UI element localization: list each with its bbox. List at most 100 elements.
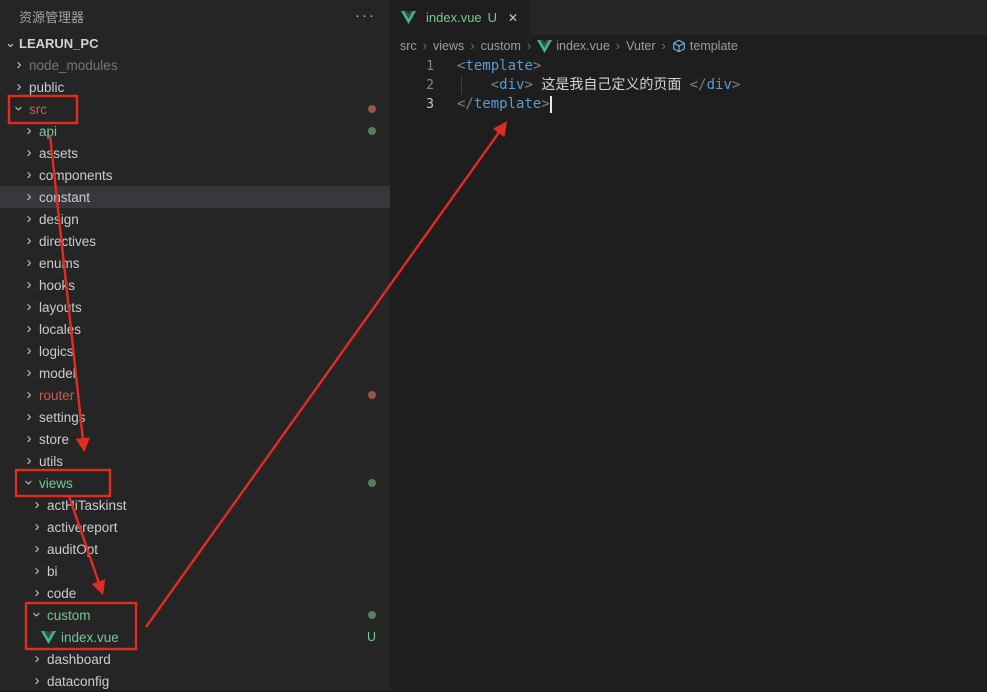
git-changes-badge-dot (368, 479, 376, 487)
code-line-1[interactable]: 1<template> (390, 57, 987, 76)
chevron-right-icon: › (20, 431, 38, 446)
breadcrumb-separator-icon: › (662, 38, 666, 53)
problems-badge-dot (368, 391, 376, 399)
tree-item-directives[interactable]: ›directives (0, 230, 390, 252)
editor-group: index.vue U ✕ src › views › custom › index.vue… (390, 0, 987, 690)
tree-item-model[interactable]: ›model (0, 362, 390, 384)
workspace-root[interactable]: ⌄ LEARUN_PC (0, 32, 390, 54)
chevron-down-icon: ⌄ (2, 35, 19, 51)
chevron-right-icon: › (20, 343, 38, 358)
chevron-right-icon: › (28, 585, 46, 600)
chevron-right-icon: › (28, 541, 46, 556)
tree-item-components[interactable]: ›components (0, 164, 390, 186)
tab-modified-badge: U (488, 10, 497, 25)
chevron-right-icon: › (28, 519, 46, 534)
breadcrumb-item-template[interactable]: template (672, 39, 738, 53)
tree-item-label: actHiTaskinst (47, 498, 127, 513)
tree-item-assets[interactable]: ›assets (0, 142, 390, 164)
git-changes-badge-dot (368, 611, 376, 619)
chevron-right-icon: › (20, 233, 38, 248)
tree-item-label: code (47, 586, 76, 601)
tree-item-label: public (29, 80, 64, 95)
breadcrumb-label: views (433, 39, 464, 53)
tree-item-api[interactable]: ›api (0, 120, 390, 142)
tree-item-code[interactable]: ›code (0, 582, 390, 604)
tree-item-design[interactable]: ›design (0, 208, 390, 230)
tree-item-bi[interactable]: ›bi (0, 560, 390, 582)
tree-item-index.vue[interactable]: index.vueU (0, 626, 390, 648)
tree-item-dataconfig[interactable]: ›dataconfig (0, 670, 390, 692)
tab-bar: index.vue U ✕ (390, 0, 987, 35)
vue-logo-icon (537, 40, 552, 53)
tree-item-node_modules[interactable]: ›node_modules (0, 54, 390, 76)
vue-logo-icon (401, 11, 416, 25)
tree-item-label: store (39, 432, 69, 447)
breadcrumb-separator-icon: › (616, 38, 620, 53)
tree-item-label: index.vue (61, 630, 119, 645)
tree-item-enums[interactable]: ›enums (0, 252, 390, 274)
code-line-2[interactable]: 2 <div> 这是我自己定义的页面 </div> (390, 76, 987, 95)
tree-item-label: custom (47, 608, 91, 623)
tree-item-activereport[interactable]: ›activereport (0, 516, 390, 538)
tree-item-label: locales (39, 322, 81, 337)
file-tree: ›node_modules›public›src›api›assets›comp… (0, 54, 390, 692)
line-number: 1 (390, 57, 457, 76)
tree-item-custom[interactable]: ›custom (0, 604, 390, 626)
tree-item-views[interactable]: ›views (0, 472, 390, 494)
tree-item-hooks[interactable]: ›hooks (0, 274, 390, 296)
tree-item-label: directives (39, 234, 96, 249)
chevron-down-icon: › (12, 99, 27, 117)
tree-item-settings[interactable]: ›settings (0, 406, 390, 428)
tree-item-public[interactable]: ›public (0, 76, 390, 98)
tree-item-layouts[interactable]: ›layouts (0, 296, 390, 318)
chevron-right-icon: › (20, 255, 38, 270)
tree-item-label: components (39, 168, 113, 183)
tree-item-logics[interactable]: ›logics (0, 340, 390, 362)
tree-item-router[interactable]: ›router (0, 384, 390, 406)
tree-item-label: router (39, 388, 74, 403)
tree-item-actHiTaskinst[interactable]: ›actHiTaskinst (0, 494, 390, 516)
tree-item-label: settings (39, 410, 86, 425)
code-token: > (524, 76, 532, 95)
tree-item-utils[interactable]: ›utils (0, 450, 390, 472)
tree-item-auditOpt[interactable]: ›auditOpt (0, 538, 390, 560)
line-number: 2 (390, 76, 457, 95)
tree-item-label: api (39, 124, 57, 139)
close-icon[interactable]: ✕ (508, 11, 518, 25)
tab-index-vue[interactable]: index.vue U ✕ (390, 0, 529, 35)
tree-item-src[interactable]: ›src (0, 98, 390, 120)
chevron-right-icon: › (20, 409, 38, 424)
breadcrumb-item-views[interactable]: views (433, 39, 464, 53)
breadcrumb-item-index.vue[interactable]: index.vue (537, 39, 610, 53)
breadcrumb-item-Vuter[interactable]: Vuter (626, 39, 655, 53)
breadcrumb-item-src[interactable]: src (400, 39, 417, 53)
code-token: > (533, 57, 541, 76)
vue-logo-icon (41, 630, 56, 644)
tree-item-label: constant (39, 190, 90, 205)
chevron-right-icon: › (20, 123, 38, 138)
code-line-3[interactable]: 3</template> (390, 95, 987, 114)
breadcrumb-label: src (400, 39, 417, 53)
tree-item-label: model (39, 366, 76, 381)
tree-item-dashboard[interactable]: ›dashboard (0, 648, 390, 670)
text-cursor (550, 96, 552, 113)
tree-item-constant[interactable]: ›constant (0, 186, 390, 208)
tree-item-label: assets (39, 146, 78, 161)
tab-label: index.vue (426, 10, 482, 25)
more-actions-icon[interactable]: ··· (355, 11, 376, 21)
breadcrumb-separator-icon: › (470, 38, 474, 53)
tree-item-label: utils (39, 454, 63, 469)
chevron-right-icon: › (20, 145, 38, 160)
breadcrumb-item-custom[interactable]: custom (481, 39, 521, 53)
code-token: 这是我自己定义的页面 (533, 76, 690, 95)
code-token: < (491, 76, 499, 95)
tree-item-locales[interactable]: ›locales (0, 318, 390, 340)
chevron-right-icon: › (20, 167, 38, 182)
code-token: > (732, 76, 740, 95)
tree-item-store[interactable]: ›store (0, 428, 390, 450)
tree-item-label: hooks (39, 278, 75, 293)
explorer-sidebar: 资源管理器 ··· ⌄ LEARUN_PC ›node_modules›publ… (0, 0, 390, 690)
tree-item-label: node_modules (29, 58, 118, 73)
code-editor[interactable]: 1<template>2 <div> 这是我自己定义的页面 </div>3</t… (390, 57, 987, 114)
tree-item-label: enums (39, 256, 80, 271)
